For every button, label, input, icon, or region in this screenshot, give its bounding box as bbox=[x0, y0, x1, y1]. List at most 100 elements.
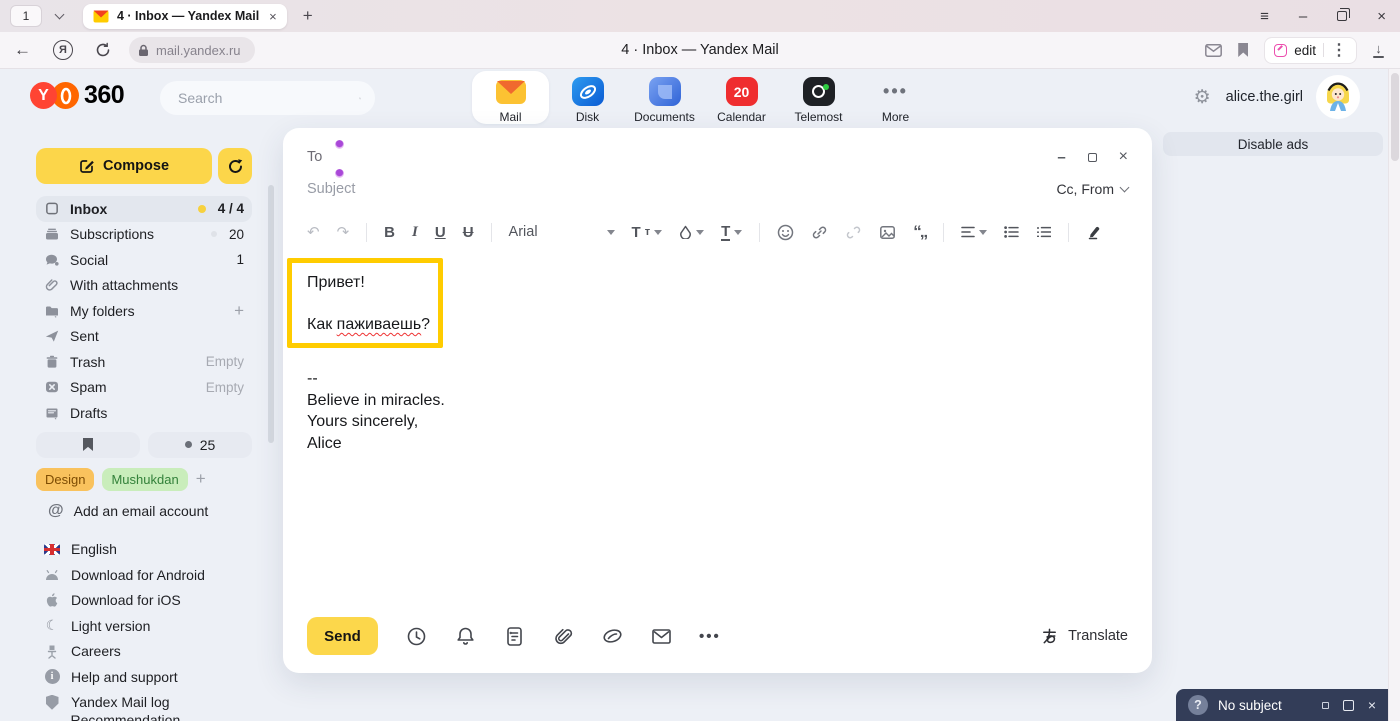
refresh-button[interactable] bbox=[218, 148, 252, 184]
footer-item-android[interactable]: Download for Android bbox=[36, 562, 252, 588]
sidebar-item-subscriptions[interactable]: Subscriptions 20 bbox=[36, 222, 252, 248]
redo-icon[interactable]: ↷ bbox=[337, 223, 350, 241]
sidebar-item-sent[interactable]: Sent bbox=[36, 324, 252, 350]
undo-icon[interactable]: ↶ bbox=[307, 223, 320, 241]
service-mail[interactable]: Mail bbox=[472, 71, 549, 124]
service-more[interactable]: ••• More bbox=[857, 71, 934, 124]
service-disk[interactable]: Disk bbox=[549, 71, 626, 124]
font-family-select[interactable]: Arial bbox=[509, 224, 615, 240]
to-row[interactable]: To – × bbox=[307, 142, 1128, 172]
add-tag-icon[interactable]: + bbox=[196, 469, 206, 489]
window-minimize-icon[interactable]: – bbox=[1299, 9, 1307, 24]
translate-button[interactable]: Translate bbox=[1040, 627, 1128, 646]
misspelled-word: паживаешь bbox=[337, 316, 422, 333]
footer-item-careers[interactable]: Careers bbox=[36, 639, 252, 665]
template-icon[interactable] bbox=[503, 625, 525, 647]
account-name[interactable]: alice.the.girl bbox=[1226, 89, 1303, 105]
unread-filter-pill[interactable]: 25 bbox=[148, 432, 252, 458]
footer-item-help[interactable]: i Help and support bbox=[36, 664, 252, 690]
tab-list-chevron-icon[interactable] bbox=[55, 10, 65, 20]
emoji-icon[interactable] bbox=[777, 224, 794, 241]
mail-toolbar-icon[interactable] bbox=[1205, 44, 1222, 57]
sidebar-scrollbar[interactable] bbox=[268, 185, 274, 443]
scrollbar-thumb[interactable] bbox=[1391, 73, 1399, 161]
avatar[interactable] bbox=[1318, 77, 1358, 117]
edit-extension-button[interactable]: edit ⋮ bbox=[1264, 37, 1357, 64]
footer-item-language[interactable]: English bbox=[36, 537, 252, 563]
address-bar[interactable]: mail.yandex.ru bbox=[129, 37, 255, 63]
align-select[interactable] bbox=[961, 226, 987, 238]
quote-icon[interactable]: “„ bbox=[913, 222, 926, 242]
edit-extension-label: edit bbox=[1294, 43, 1316, 58]
schedule-send-clock-icon[interactable] bbox=[405, 625, 427, 647]
insert-image-icon[interactable] bbox=[879, 224, 896, 241]
italic-button[interactable]: I bbox=[412, 224, 418, 241]
new-tab-button[interactable]: + bbox=[303, 6, 313, 26]
compose-minimize-icon[interactable]: – bbox=[1057, 149, 1065, 166]
bold-button[interactable]: B bbox=[384, 224, 395, 241]
search-bar[interactable] bbox=[160, 81, 375, 115]
yandex-360-logo[interactable]: Y 360 bbox=[30, 81, 124, 110]
draft-close-icon[interactable]: × bbox=[1368, 697, 1376, 713]
downloads-icon[interactable]: ↓ bbox=[1373, 42, 1384, 58]
extension-menu-dots-icon[interactable]: ⋮ bbox=[1331, 40, 1347, 60]
browser-menu-icon[interactable]: ≡ bbox=[1260, 9, 1269, 24]
sidebar-item-inbox[interactable]: Inbox 4 / 4 bbox=[36, 196, 252, 222]
clear-formatting-eraser-icon[interactable] bbox=[1086, 224, 1100, 240]
remove-link-icon[interactable] bbox=[845, 224, 862, 241]
bookmark-icon[interactable] bbox=[1238, 43, 1248, 57]
yandex-browser-icon[interactable]: Я bbox=[53, 40, 73, 60]
underline-button[interactable]: U bbox=[435, 224, 446, 241]
disable-ads-button[interactable]: Disable ads bbox=[1163, 132, 1383, 156]
add-folder-icon[interactable]: + bbox=[234, 301, 244, 321]
tag-design[interactable]: Design bbox=[36, 468, 94, 491]
cc-from-toggle[interactable]: Cc, From bbox=[1056, 181, 1128, 197]
more-actions-icon[interactable]: ••• bbox=[699, 628, 721, 645]
tab-counter-button[interactable]: 1 bbox=[10, 5, 42, 27]
attach-file-paperclip-icon[interactable] bbox=[552, 625, 574, 647]
tag-mushukdan[interactable]: Mushukdan bbox=[102, 468, 187, 491]
draft-restore-small-icon[interactable] bbox=[1322, 702, 1329, 709]
add-email-account[interactable]: @ Add an email account bbox=[36, 499, 252, 523]
footer-item-ios[interactable]: Download for iOS bbox=[36, 588, 252, 614]
attach-from-mail-icon[interactable] bbox=[650, 625, 672, 647]
reload-button[interactable] bbox=[95, 42, 111, 58]
active-tab[interactable]: 4 · Inbox — Yandex Mail × bbox=[83, 4, 287, 29]
strikethrough-button[interactable]: U bbox=[463, 224, 474, 241]
back-button[interactable]: ← bbox=[14, 40, 31, 60]
message-body[interactable]: Привет! Как паживаешь? -- Believe in mir… bbox=[307, 250, 1128, 599]
service-calendar[interactable]: 20 Calendar bbox=[703, 71, 780, 124]
text-color-select[interactable]: T bbox=[721, 224, 742, 241]
footer-item-recommendations[interactable]: Recommendation Algorithms bbox=[36, 715, 252, 721]
saved-bookmarks-pill[interactable] bbox=[36, 432, 140, 458]
compose-button[interactable]: Compose bbox=[36, 148, 212, 184]
sidebar-item-trash[interactable]: Trash Empty bbox=[36, 349, 252, 375]
compose-restore-icon[interactable] bbox=[1088, 153, 1097, 162]
reminder-bell-icon[interactable] bbox=[454, 625, 476, 647]
settings-gear-icon[interactable]: ⚙ bbox=[1194, 86, 1211, 109]
service-documents[interactable]: Documents bbox=[626, 71, 703, 124]
sidebar-item-drafts[interactable]: Drafts bbox=[36, 400, 252, 426]
service-telemost[interactable]: Telemost bbox=[780, 71, 857, 124]
subject-input[interactable] bbox=[307, 181, 1056, 197]
attach-from-disk-icon[interactable] bbox=[601, 625, 623, 647]
numbered-list-icon[interactable] bbox=[1036, 226, 1051, 238]
compose-close-icon[interactable]: × bbox=[1119, 148, 1128, 166]
bullet-list-icon[interactable] bbox=[1004, 226, 1019, 238]
window-restore-icon[interactable] bbox=[1337, 11, 1347, 21]
sidebar-item-my-folders[interactable]: My folders + bbox=[36, 298, 252, 324]
window-close-icon[interactable]: × bbox=[1377, 9, 1386, 24]
search-input[interactable] bbox=[178, 90, 359, 106]
minimized-draft-bar[interactable]: ? No subject × bbox=[1176, 689, 1388, 721]
sidebar-item-with-attachments[interactable]: With attachments bbox=[36, 273, 252, 299]
tab-close-icon[interactable]: × bbox=[269, 9, 277, 24]
insert-link-icon[interactable] bbox=[811, 224, 828, 241]
browser-scrollbar[interactable] bbox=[1388, 69, 1400, 721]
sidebar-item-social[interactable]: Social 1 bbox=[36, 247, 252, 273]
sidebar-item-spam[interactable]: Spam Empty bbox=[36, 375, 252, 401]
highlight-color-select[interactable] bbox=[679, 225, 704, 239]
font-size-select[interactable]: Tт bbox=[632, 224, 663, 241]
footer-item-light-version[interactable]: ☾ Light version bbox=[36, 613, 252, 639]
send-button[interactable]: Send bbox=[307, 617, 378, 655]
draft-maximize-icon[interactable] bbox=[1343, 700, 1354, 711]
